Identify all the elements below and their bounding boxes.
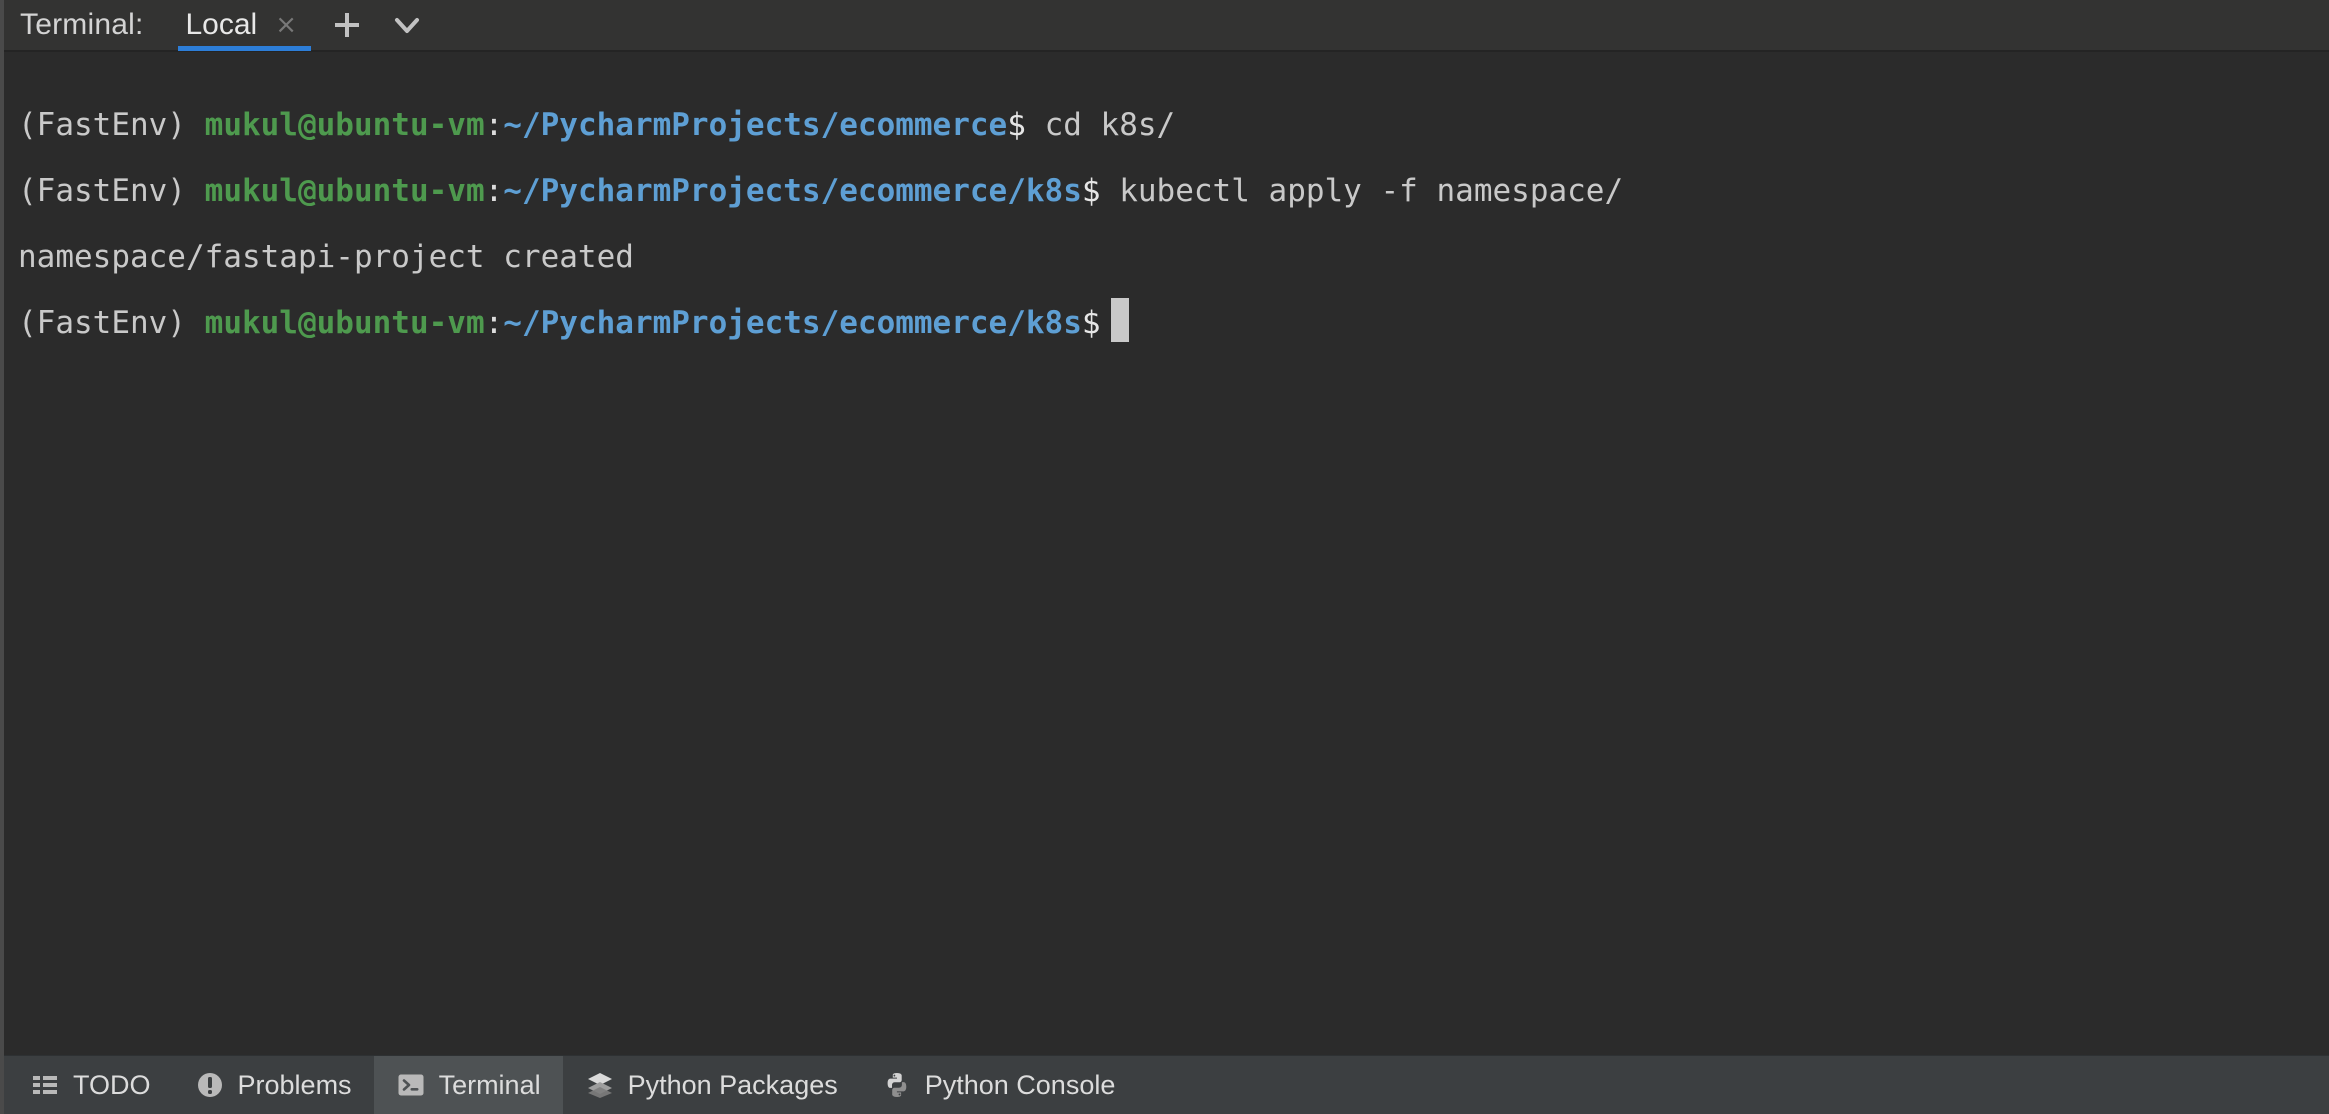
close-icon[interactable]: × (275, 12, 297, 38)
python-logo-icon (882, 1070, 912, 1100)
terminal-header-bar: Terminal: Local × (4, 0, 2329, 52)
status-bar-item-problems[interactable]: Problems (173, 1056, 374, 1114)
status-bar-item-label: Python Packages (627, 1069, 838, 1100)
status-bar-item-python-console[interactable]: Python Console (860, 1056, 1138, 1114)
active-tab-indicator (177, 46, 312, 51)
terminal-command: kubectl apply -f namespace/ (1119, 173, 1624, 209)
layers-icon (585, 1070, 615, 1100)
terminal-tab-local[interactable]: Local × (177, 0, 312, 51)
terminal-tab-local-label: Local (185, 8, 258, 41)
status-bar-item-terminal[interactable]: Terminal (373, 1056, 563, 1114)
prompt-venv: (FastEnv) (18, 173, 186, 209)
prompt-venv: (FastEnv) (18, 305, 186, 341)
terminal-line: (FastEnv) mukul@ubuntu-vm:~/PycharmProje… (18, 290, 2329, 356)
terminal-line: (FastEnv) mukul@ubuntu-vm:~/PycharmProje… (18, 158, 2329, 224)
terminal-tool-window: Terminal: Local × (FastEnv) mukul@ubuntu… (0, 0, 2329, 1114)
status-bar-item-todo[interactable]: TODO (4, 1056, 173, 1114)
terminal-header-label: Terminal: (20, 8, 144, 41)
prompt-dollar: $ (1007, 107, 1026, 143)
prompt-path: ~/PycharmProjects/ecommerce/k8s (503, 173, 1082, 209)
prompt-colon: : (484, 107, 504, 143)
prompt-colon: : (484, 305, 504, 341)
terminal-icon (396, 1070, 426, 1100)
terminal-output-area[interactable]: (FastEnv) mukul@ubuntu-vm:~/PycharmProje… (4, 52, 2329, 1055)
prompt-dollar: $ (1081, 173, 1101, 209)
terminal-line: (FastEnv) mukul@ubuntu-vm:~/PycharmProje… (18, 92, 2329, 158)
tool-window-status-bar: TODO Problems Terminal Python Packages P… (4, 1055, 2329, 1114)
status-bar-item-label: Terminal (438, 1069, 541, 1100)
status-bar-item-label: TODO (73, 1069, 151, 1100)
terminal-output-text: namespace/fastapi-project created (18, 239, 634, 275)
status-bar-item-label: Problems (237, 1069, 352, 1100)
prompt-path: ~/PycharmProjects/ecommerce/k8s (503, 305, 1082, 341)
terminal-command: cd k8s/ (1044, 107, 1176, 143)
prompt-path: ~/PycharmProjects/ecommerce (503, 107, 1008, 143)
warning-circle-icon (195, 1070, 225, 1100)
prompt-dollar: $ (1081, 305, 1101, 341)
todo-list-icon (30, 1070, 60, 1100)
chevron-down-icon (390, 8, 424, 42)
terminal-cursor (1110, 298, 1129, 342)
prompt-venv: (FastEnv) (18, 107, 186, 143)
terminal-options-dropdown-button[interactable] (383, 1, 431, 49)
terminal-line: namespace/fastapi-project created (18, 224, 2329, 290)
prompt-user-host: mukul@ubuntu-vm (204, 173, 485, 209)
status-bar-item-label: Python Console (924, 1069, 1116, 1100)
prompt-user-host: mukul@ubuntu-vm (204, 305, 485, 341)
plus-icon (330, 8, 364, 42)
prompt-colon: : (484, 173, 504, 209)
new-terminal-tab-button[interactable] (323, 1, 371, 49)
prompt-user-host: mukul@ubuntu-vm (204, 107, 485, 143)
status-bar-item-python-packages[interactable]: Python Packages (563, 1056, 860, 1114)
